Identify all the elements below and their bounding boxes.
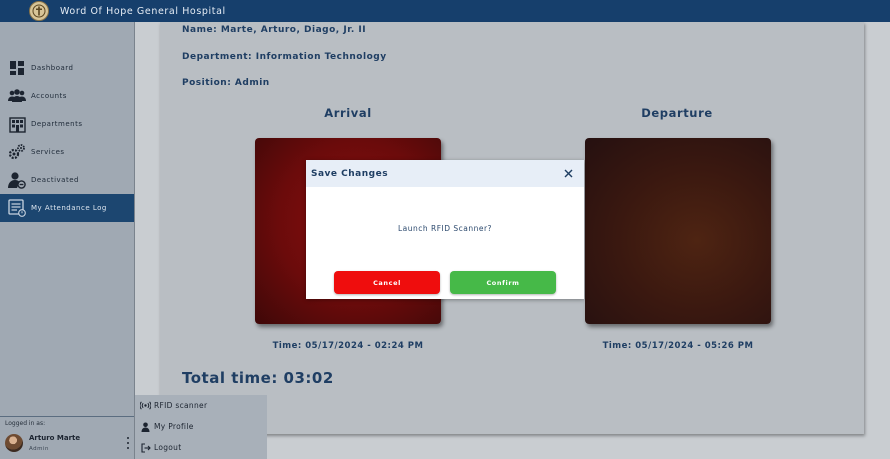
sidebar-item-departments[interactable]: Departments [0,110,134,138]
person-icon [140,421,151,432]
more-options-icon[interactable] [125,437,131,449]
sidebar-item-label: Dashboard [31,64,74,72]
sidebar-item-deactivated[interactable]: Deactivated [0,166,134,194]
sidebar-item-services[interactable]: Services [0,138,134,166]
gears-icon [8,143,26,161]
menu-item-my-profile[interactable]: My Profile [135,416,267,437]
sidebar-item-accounts[interactable]: Accounts [0,82,134,110]
hospital-logo-icon [29,1,49,21]
arrival-time: Time: 05/17/2024 - 02:24 PM [272,341,424,351]
arrival-heading: Arrival [324,106,372,120]
menu-item-label: Logout [154,443,182,452]
users-icon [8,87,26,105]
save-changes-dialog: Save Changes Launch RFID Scanner? Cancel… [306,160,584,299]
sidebar-item-label: Accounts [31,92,67,100]
sidebar-item-label: Deactivated [31,176,79,184]
cancel-button[interactable]: Cancel [334,271,440,294]
user-name: Arturo Marte [29,434,81,442]
rfid-icon [140,400,151,411]
menu-item-logout[interactable]: Logout [135,437,267,458]
dialog-title: Save Changes [311,168,389,179]
sidebar-item-label: Services [31,148,65,156]
building-icon [8,115,26,133]
menu-item-rfid-scanner[interactable]: RFID scanner [135,395,267,416]
user-deactivated-icon [8,171,26,189]
sidebar-item-dashboard[interactable]: Dashboard [0,54,134,82]
total-time: Total time: 03:02 [182,369,334,387]
departure-time: Time: 05/17/2024 - 05:26 PM [602,341,754,351]
sidebar-item-my-attendance-log[interactable]: My Attendance Log [0,194,134,222]
departure-heading: Departure [641,106,713,120]
logout-icon [140,442,151,453]
dialog-message: Launch RFID Scanner? [397,224,493,233]
sidebar-item-label: My Attendance Log [31,204,107,212]
employee-position: Position: Admin [182,78,270,88]
user-role: Admin [29,446,50,452]
avatar [5,434,23,452]
logged-in-panel: Logged in as: Arturo Marte Admin [0,416,134,459]
confirm-button[interactable]: Confirm [450,271,556,294]
logged-in-caption: Logged in as: [5,420,46,427]
app-title: Word Of Hope General Hospital [60,5,226,17]
menu-item-label: RFID scanner [154,401,208,410]
top-bar: Word Of Hope General Hospital [0,0,890,22]
user-popup-menu: RFID scanner My Profile Logout [135,395,267,459]
employee-department: Department: Information Technology [182,52,387,62]
departure-photo [585,138,771,324]
employee-name: Name: Marte, Arturo, Diago, Jr. II [182,25,367,35]
close-icon[interactable] [563,168,574,179]
sidebar-item-label: Departments [31,120,83,128]
dialog-header: Save Changes [306,160,584,187]
menu-item-label: My Profile [154,422,194,431]
sidebar: Dashboard Accounts Departments Services … [0,22,135,459]
dashboard-icon [8,59,26,77]
attendance-log-icon [8,199,26,217]
